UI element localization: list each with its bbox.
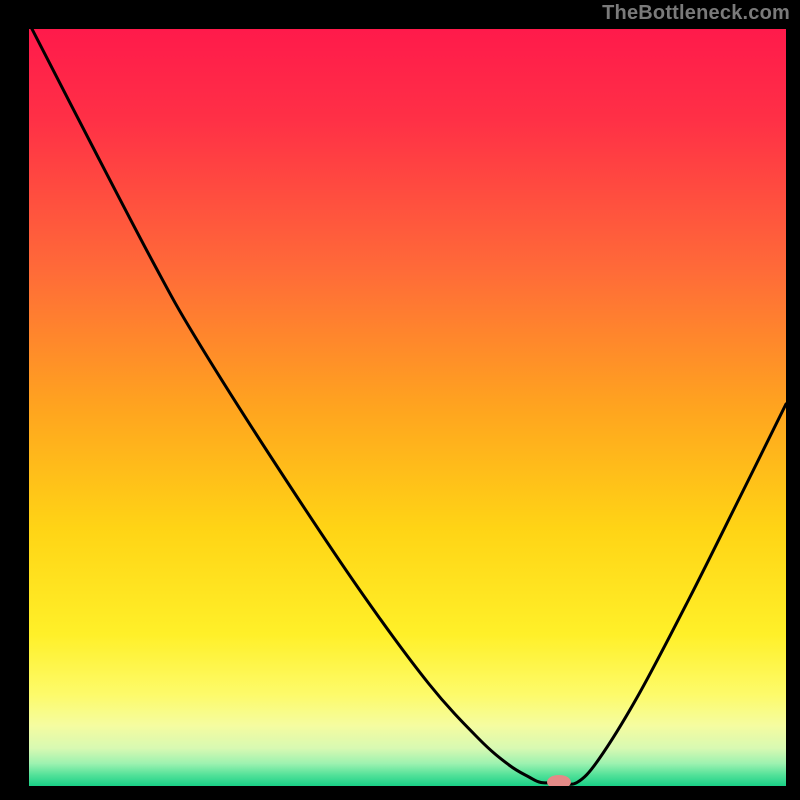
chart-svg <box>29 29 786 786</box>
viewport: TheBottleneck.com <box>0 0 800 800</box>
optimum-marker-ellipse <box>547 775 571 786</box>
optimum-marker <box>544 772 574 786</box>
watermark-text: TheBottleneck.com <box>602 2 790 25</box>
chart-plot-area <box>29 29 786 786</box>
bottleneck-curve <box>32 29 786 784</box>
